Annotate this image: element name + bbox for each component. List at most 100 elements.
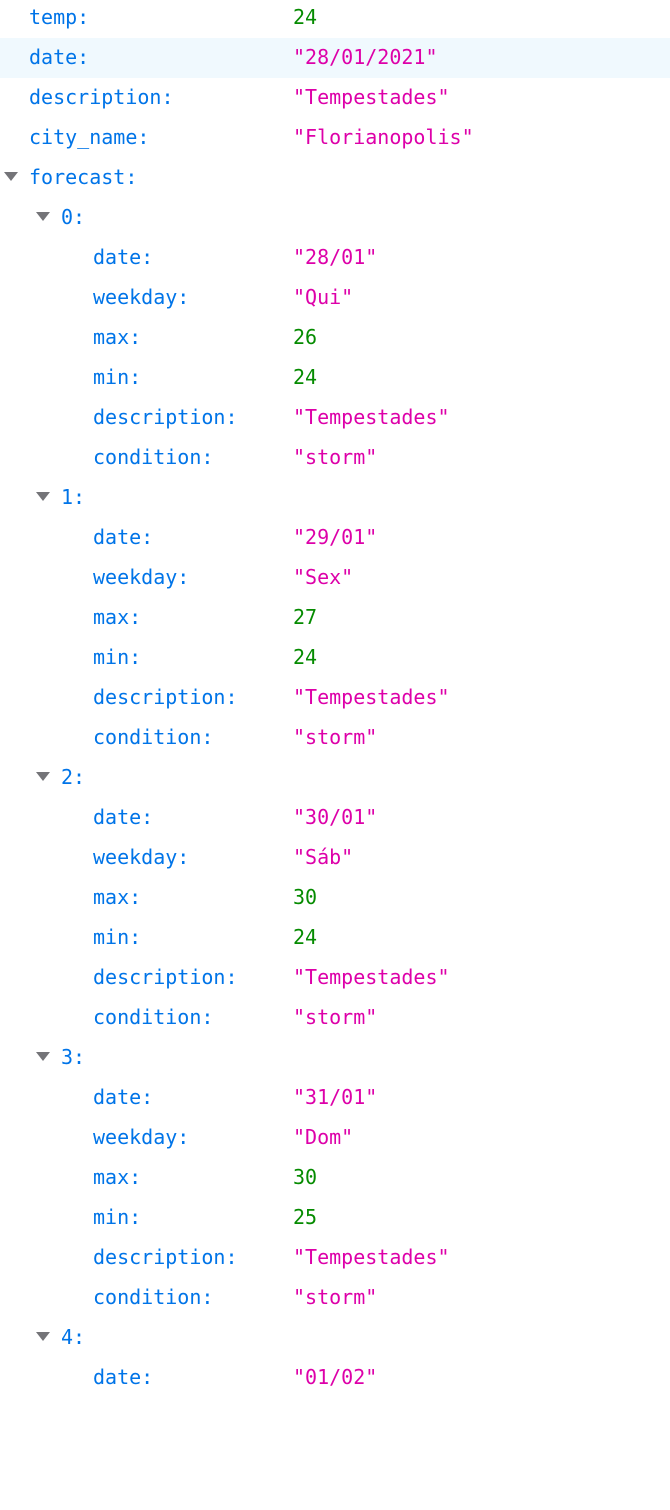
- json-value-string: "Qui": [293, 285, 354, 309]
- json-value-string: "Tempestades": [293, 85, 450, 109]
- json-key: description:: [93, 965, 238, 989]
- triangle-down-icon[interactable]: [36, 1052, 50, 1061]
- json-value-string: "Sáb": [293, 845, 354, 869]
- json-key: weekday:: [93, 285, 190, 309]
- json-value-string: "30/01": [293, 805, 378, 829]
- json-row[interactable]: max: 26: [0, 318, 670, 358]
- json-value-number: 24: [293, 365, 318, 389]
- triangle-down-icon[interactable]: [36, 492, 50, 501]
- json-row[interactable]: condition: "storm": [0, 438, 670, 478]
- json-row[interactable]: min: 24: [0, 918, 670, 958]
- json-row[interactable]: min: 24: [0, 638, 670, 678]
- json-value-string: "28/01": [293, 245, 378, 269]
- json-key: city_name:: [29, 125, 150, 149]
- json-row[interactable]: date: "28/01": [0, 238, 670, 278]
- json-key: min:: [93, 365, 142, 389]
- json-row[interactable]: min: 25: [0, 1198, 670, 1238]
- json-value-number: 25: [293, 1205, 318, 1229]
- json-key: 4:: [61, 1325, 86, 1349]
- json-value-string: "storm": [293, 725, 378, 749]
- json-key: 2:: [61, 765, 86, 789]
- json-key: 0:: [61, 205, 86, 229]
- json-value-number: 26: [293, 325, 318, 349]
- json-row-forecast-item[interactable]: 2:: [0, 758, 670, 798]
- json-row[interactable]: weekday: "Sex": [0, 558, 670, 598]
- json-key: max:: [93, 325, 142, 349]
- json-row-city-name[interactable]: city_name: "Florianopolis": [0, 118, 670, 158]
- json-value-number: 24: [293, 5, 318, 29]
- json-row[interactable]: date: "31/01": [0, 1078, 670, 1118]
- json-key: max:: [93, 605, 142, 629]
- json-row[interactable]: condition: "storm": [0, 718, 670, 758]
- triangle-down-icon[interactable]: [36, 772, 50, 781]
- json-key: description:: [93, 685, 238, 709]
- json-value-string: "Tempestades": [293, 685, 450, 709]
- json-row-description[interactable]: description: "Tempestades": [0, 78, 670, 118]
- json-key: weekday:: [93, 1125, 190, 1149]
- json-value-string: "01/02": [293, 1365, 378, 1389]
- json-key: condition:: [93, 1005, 214, 1029]
- json-row[interactable]: date: "29/01": [0, 518, 670, 558]
- json-value-string: "Tempestades": [293, 405, 450, 429]
- json-row[interactable]: weekday: "Qui": [0, 278, 670, 318]
- json-key: condition:: [93, 445, 214, 469]
- json-row-temp[interactable]: temp: 24: [0, 0, 670, 38]
- json-key: description:: [93, 405, 238, 429]
- json-value-string: "Florianopolis": [293, 125, 474, 149]
- json-value-number: 27: [293, 605, 318, 629]
- json-key: min:: [93, 1205, 142, 1229]
- json-key: condition:: [93, 1285, 214, 1309]
- json-row[interactable]: description: "Tempestades": [0, 1238, 670, 1278]
- json-key: min:: [93, 925, 142, 949]
- json-key: weekday:: [93, 845, 190, 869]
- json-key: date:: [93, 525, 154, 549]
- json-row[interactable]: condition: "storm": [0, 998, 670, 1038]
- json-viewer: temp: 24 date: "28/01/2021" description:…: [0, 0, 670, 1398]
- json-row[interactable]: date: "01/02": [0, 1358, 670, 1398]
- json-key: 1:: [61, 485, 86, 509]
- json-value-string: "storm": [293, 1285, 378, 1309]
- json-value-number: 24: [293, 645, 318, 669]
- json-key: date:: [93, 1365, 154, 1389]
- triangle-down-icon[interactable]: [36, 1332, 50, 1341]
- json-key: max:: [93, 1165, 142, 1189]
- json-key: min:: [93, 645, 142, 669]
- json-value-string: "storm": [293, 1005, 378, 1029]
- json-row-forecast-item[interactable]: 1:: [0, 478, 670, 518]
- json-key: temp:: [29, 5, 90, 29]
- json-key: 3:: [61, 1045, 86, 1069]
- json-row-forecast-item[interactable]: 0:: [0, 198, 670, 238]
- json-value-string: "Sex": [293, 565, 354, 589]
- json-value-string: "31/01": [293, 1085, 378, 1109]
- json-row-forecast-item[interactable]: 4:: [0, 1318, 670, 1358]
- json-row[interactable]: weekday: "Sáb": [0, 838, 670, 878]
- json-key: description:: [93, 1245, 238, 1269]
- json-value-string: "Dom": [293, 1125, 354, 1149]
- json-value-string: "Tempestades": [293, 965, 450, 989]
- json-key: description:: [29, 85, 174, 109]
- json-row[interactable]: date: "30/01": [0, 798, 670, 838]
- json-key: forecast:: [29, 165, 138, 189]
- json-row[interactable]: max: 27: [0, 598, 670, 638]
- json-key: weekday:: [93, 565, 190, 589]
- json-row-forecast-item[interactable]: 3:: [0, 1038, 670, 1078]
- json-key: date:: [93, 805, 154, 829]
- json-row[interactable]: weekday: "Dom": [0, 1118, 670, 1158]
- json-key: date:: [29, 45, 90, 69]
- json-value-string: "storm": [293, 445, 378, 469]
- json-row[interactable]: min: 24: [0, 358, 670, 398]
- triangle-down-icon[interactable]: [36, 212, 50, 221]
- json-value-string: "28/01/2021": [293, 45, 438, 69]
- json-row[interactable]: condition: "storm": [0, 1278, 670, 1318]
- json-row[interactable]: description: "Tempestades": [0, 678, 670, 718]
- json-row-date[interactable]: date: "28/01/2021": [0, 38, 670, 78]
- json-row[interactable]: max: 30: [0, 878, 670, 918]
- json-row[interactable]: description: "Tempestades": [0, 398, 670, 438]
- json-row[interactable]: description: "Tempestades": [0, 958, 670, 998]
- triangle-down-icon[interactable]: [4, 172, 18, 181]
- json-row[interactable]: max: 30: [0, 1158, 670, 1198]
- json-key: condition:: [93, 725, 214, 749]
- json-value-string: "29/01": [293, 525, 378, 549]
- json-key: date:: [93, 1085, 154, 1109]
- json-row-forecast[interactable]: forecast:: [0, 158, 670, 198]
